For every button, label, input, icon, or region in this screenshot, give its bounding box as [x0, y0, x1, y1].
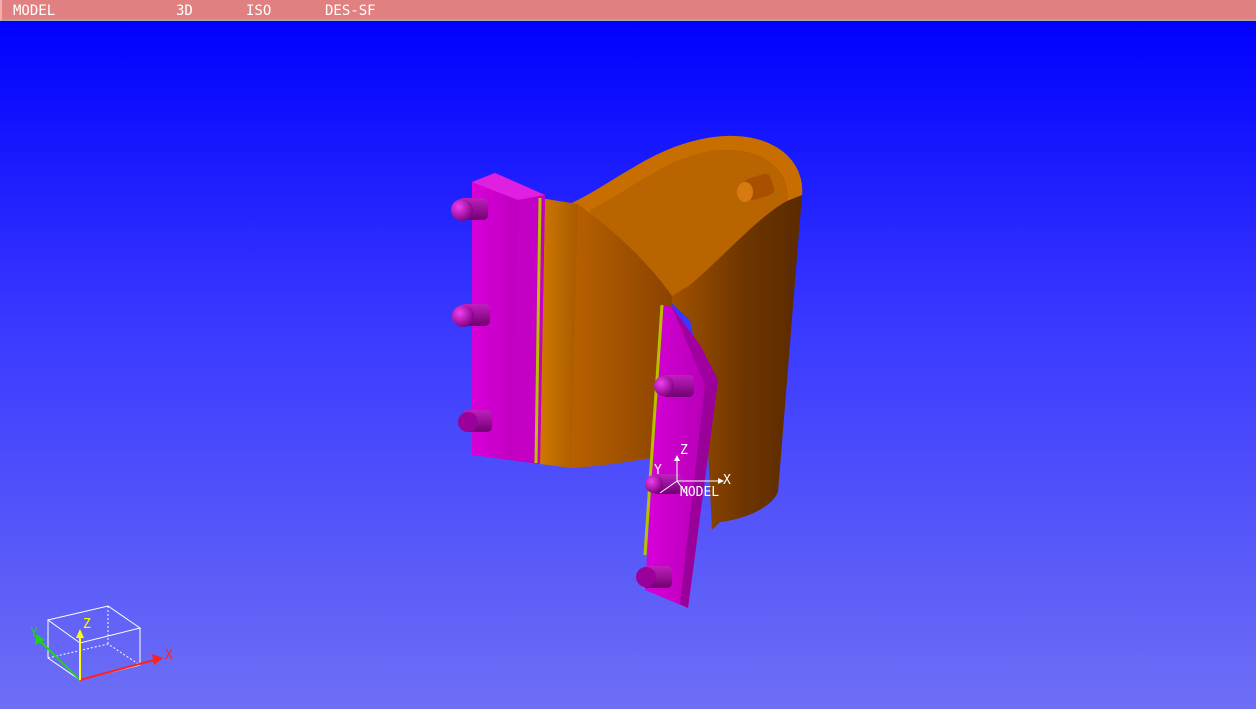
status-view-dim: 3D [176, 3, 193, 19]
graphics-viewport[interactable]: Z Y X MODEL X Y Z [0, 21, 1256, 709]
status-mode: MODEL [13, 3, 56, 19]
model-axis-label: MODEL [680, 485, 719, 500]
status-bar: MODEL 3D ISO DES-SF [0, 0, 1256, 21]
status-display: DES-SF [325, 3, 376, 19]
model-axis-z-label: Z [680, 443, 688, 458]
right-plate-bolt-1[interactable] [654, 375, 694, 397]
clamp-flange-face [540, 198, 578, 468]
model-axis-y-label: Y [654, 463, 662, 478]
left-plate[interactable] [451, 173, 545, 464]
left-plate-bolt-1[interactable] [451, 198, 488, 221]
left-plate-bolt-3[interactable] [458, 410, 492, 432]
right-plate-bolt-3[interactable] [636, 566, 672, 588]
triad-z-label: Z [83, 617, 91, 632]
triad-x-label: X [165, 648, 173, 663]
view-orientation-triad[interactable]: X Y Z [30, 605, 173, 681]
model-axis-x-label: X [723, 473, 731, 488]
triad-y-label: Y [30, 626, 38, 641]
left-plate-bolt-2[interactable] [452, 304, 490, 327]
status-projection: ISO [246, 3, 272, 19]
